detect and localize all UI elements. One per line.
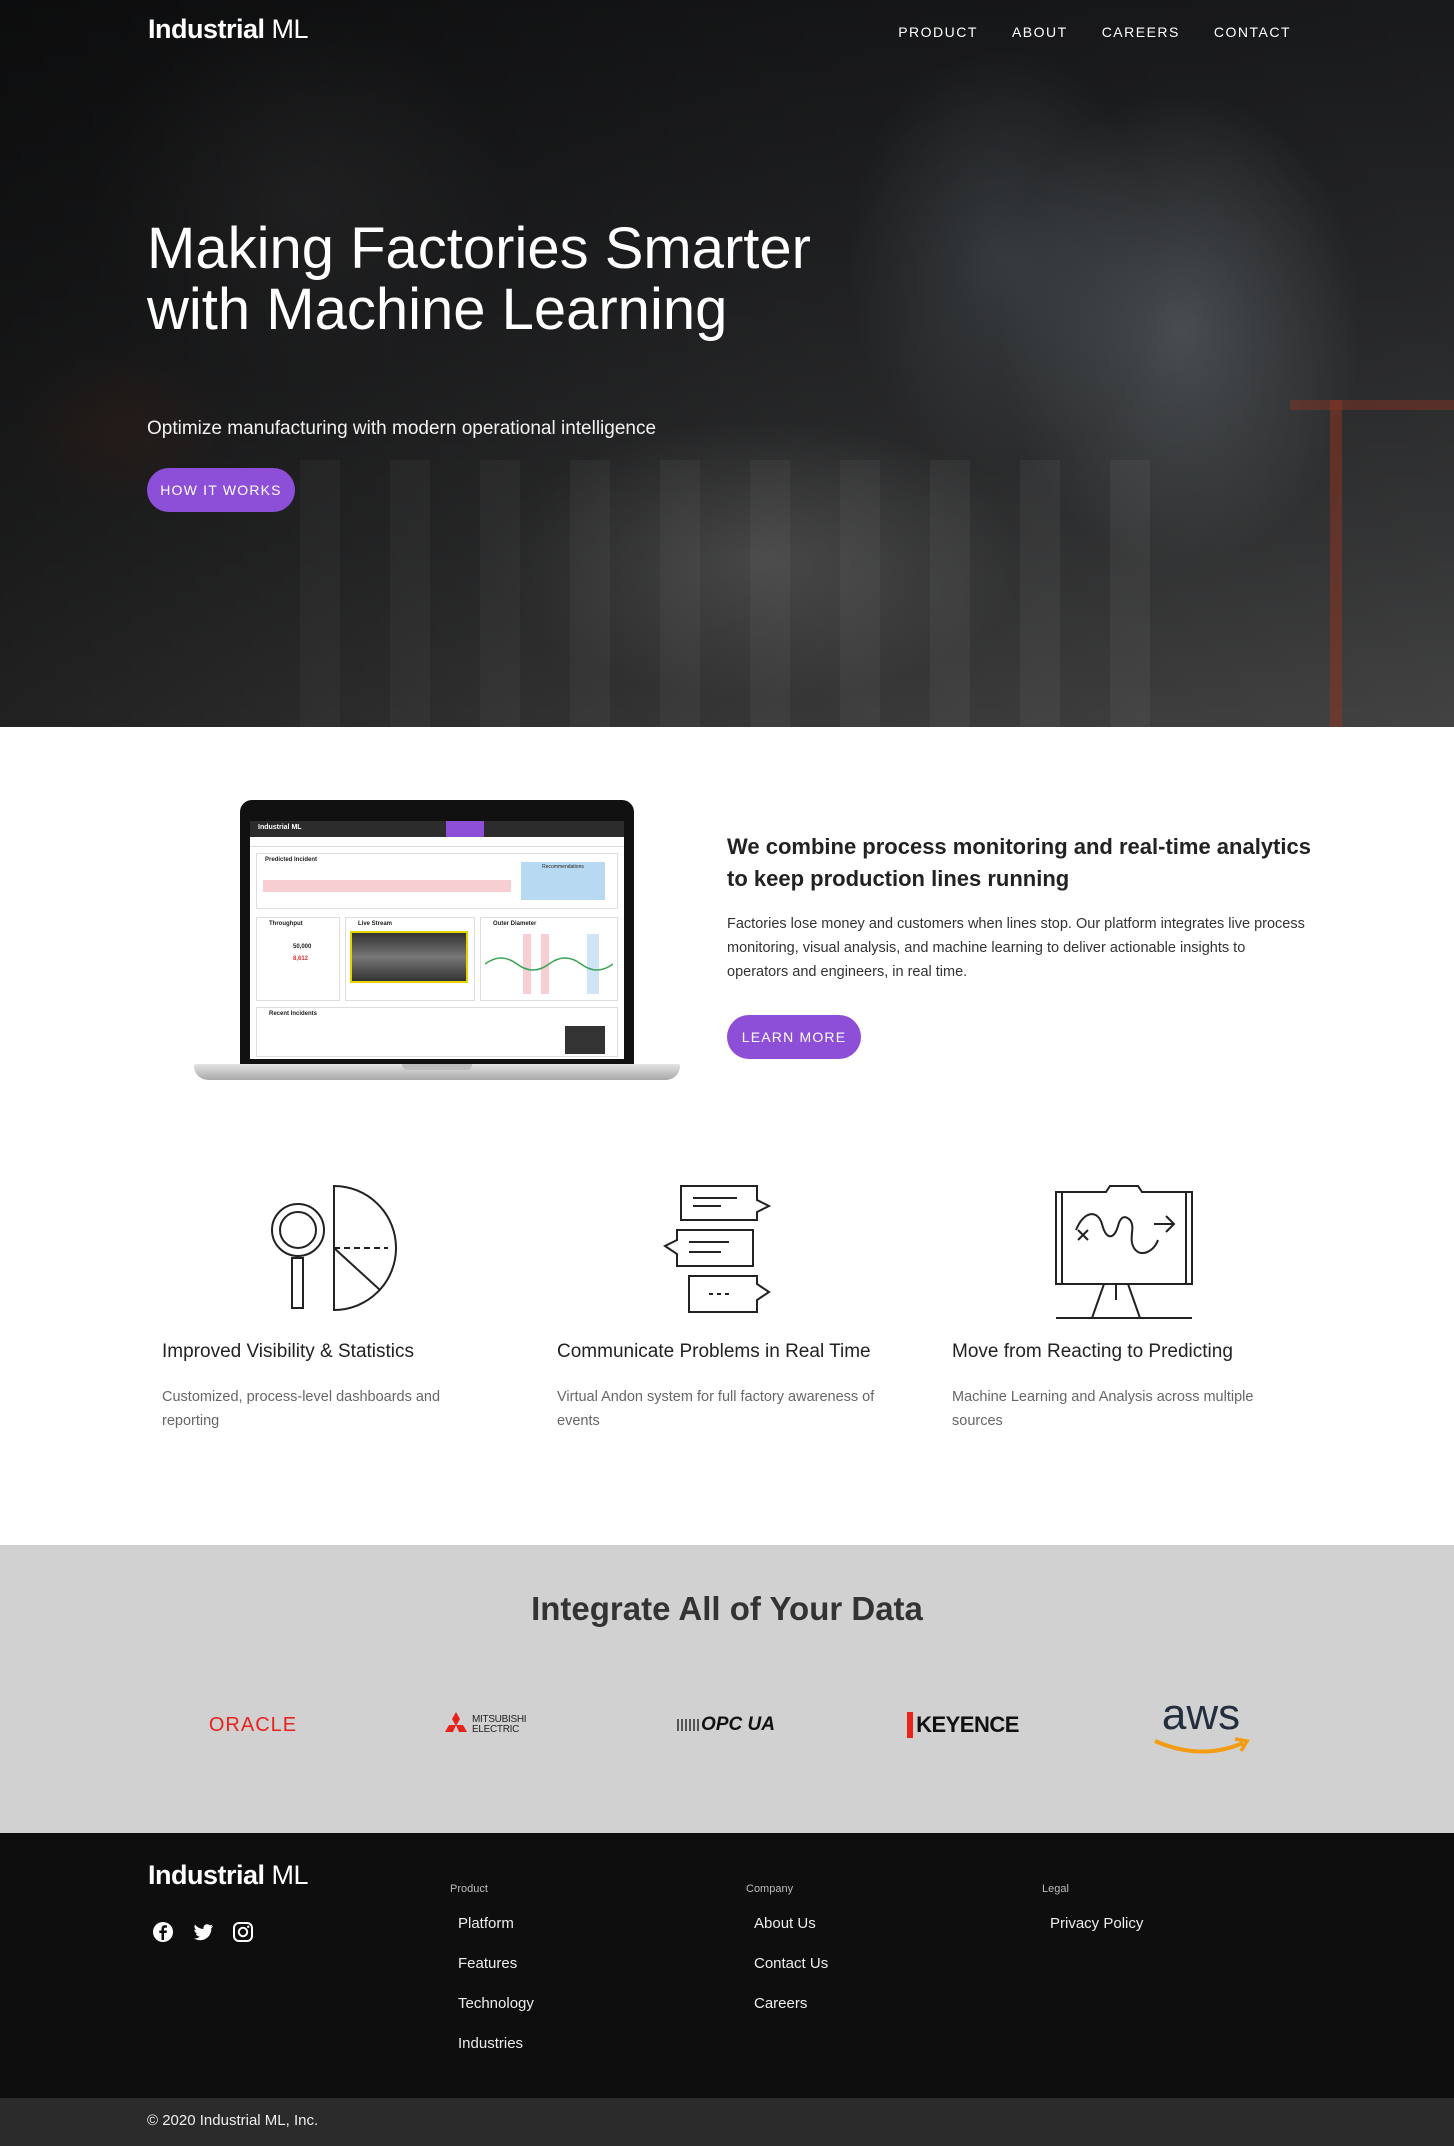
hero-subtitle: Optimize manufacturing with modern opera… — [147, 418, 657, 439]
feature-column-text: Customized, process-level dashboards and… — [162, 1389, 441, 1429]
nav-link-careers[interactable]: CAREERS — [1102, 24, 1180, 40]
learn-more-button[interactable]: LEARN MORE — [727, 1015, 861, 1059]
brand-logo-bold: Industrial — [148, 14, 265, 44]
hero-section: Industrial ML PRODUCT ABOUT CAREERS CONT… — [0, 0, 1454, 727]
chat-bubbles-icon — [663, 1185, 772, 1313]
dashboard-topbar: Industrial ML — [250, 821, 624, 837]
opc-ua-mark-icon — [677, 1719, 700, 1731]
feature-column-title: Move from Reacting to Predicting — [952, 1341, 1233, 1362]
footer-link-features[interactable]: Features — [458, 1955, 534, 1973]
aws-logo-text: aws — [1161, 1690, 1241, 1739]
nav-link-contact[interactable]: CONTACT — [1214, 24, 1291, 40]
hero-title: Making Factories Smarter with Machine Le… — [147, 216, 811, 342]
opc-ua-logo: OPC UA — [626, 1685, 826, 1765]
footer-link-about-us[interactable]: About Us — [754, 1915, 828, 1933]
footer-column-company: Company About Us Contact Us Careers — [746, 1883, 828, 2035]
copyright-text: © 2020 Industrial ML, Inc. — [147, 2112, 319, 2129]
keyence-logo-text: KEYENCE — [907, 1712, 1019, 1738]
footer-brand-logo-bold: Industrial — [148, 1860, 265, 1890]
nav-link-about[interactable]: ABOUT — [1012, 24, 1068, 40]
footer-link-privacy-policy[interactable]: Privacy Policy — [1050, 1915, 1143, 1933]
meters-cut-value: 50,000 — [293, 944, 312, 950]
aws-smile-icon — [1154, 1737, 1250, 1754]
outer-diameter-title: Outer Diameter — [493, 921, 537, 927]
how-it-works-button[interactable]: HOW IT WORKS — [147, 468, 295, 512]
footer-link-contact-us[interactable]: Contact Us — [754, 1955, 828, 1973]
laptop-notch — [402, 1064, 472, 1070]
feature-heading: We combine process monitoring and real-t… — [727, 834, 1311, 891]
nav-links: PRODUCT ABOUT CAREERS CONTACT — [898, 24, 1291, 40]
brand-logo[interactable]: Industrial ML — [148, 14, 309, 45]
integrations-title: Integrate All of Your Data — [531, 1590, 923, 1627]
feature-column-text: Machine Learning and Analysis across mul… — [952, 1389, 1254, 1429]
whiteboard-plan-icon — [1055, 1185, 1193, 1319]
recommendations-box: Recommendations — [521, 862, 605, 900]
nav-link-product[interactable]: PRODUCT — [898, 24, 978, 40]
mitsubishi-logo-text: MITSUBISHI ELECTRIC — [472, 1714, 527, 1735]
feature-column-title: Improved Visibility & Statistics — [162, 1341, 415, 1362]
aws-logo: aws — [1101, 1685, 1301, 1765]
oracle-logo: ORACLE — [153, 1685, 353, 1765]
actual-value: 8,612 — [293, 956, 309, 962]
live-stream-title: Live Stream — [358, 921, 393, 927]
footer-column-heading: Product — [450, 1883, 488, 1895]
footer-link-technology[interactable]: Technology — [458, 1995, 534, 2013]
footer: Industrial ML Product Platform Features … — [0, 1833, 1454, 2098]
top-nav: Industrial ML PRODUCT ABOUT CAREERS CONT… — [0, 0, 1454, 64]
feature-column-title: Communicate Problems in Real Time — [557, 1341, 871, 1362]
partner-logos: ORACLE MITSUBISHI ELECTRIC OPC UA KEYENC… — [0, 1685, 1454, 1765]
copyright-bar: © 2020 Industrial ML, Inc. — [0, 2098, 1454, 2146]
facebook-icon[interactable] — [152, 1921, 174, 1943]
dashboard-screenshot: Industrial ML Predicted Incident Recomme… — [250, 821, 624, 1059]
footer-link-careers[interactable]: Careers — [754, 1995, 828, 2013]
footer-link-platform[interactable]: Platform — [458, 1915, 534, 1933]
footer-column-legal: Legal Privacy Policy — [1042, 1883, 1143, 1955]
recent-incident-thumbnail — [565, 1026, 605, 1054]
footer-column-heading: Company — [746, 1883, 794, 1895]
footer-link-industries[interactable]: Industries — [458, 2035, 534, 2053]
hero-overlay — [0, 0, 1454, 727]
opc-ua-logo-text: OPC UA — [701, 1714, 775, 1735]
oracle-logo-text: ORACLE — [208, 1713, 298, 1736]
feature-text: Factories lose money and customers when … — [727, 916, 1305, 980]
mitsubishi-diamonds-icon — [445, 1712, 467, 1732]
predicted-incident-row — [263, 880, 511, 892]
throughput-title: Throughput — [269, 921, 303, 927]
live-stream-video — [350, 931, 468, 983]
integrations-section: Integrate All of Your Data ORACLE MITSUB… — [0, 1545, 1454, 1833]
outer-diameter-card: Outer Diameter — [480, 917, 618, 1001]
recommendations-title: Recommendations — [542, 864, 584, 870]
mitsubishi-logo: MITSUBISHI ELECTRIC — [390, 1685, 590, 1765]
footer-column-product: Product Platform Features Technology Ind… — [450, 1883, 534, 2075]
footer-column-heading: Legal — [1042, 1883, 1069, 1895]
predicted-incident-card: Predicted Incident Recommendations — [256, 853, 618, 909]
live-stream-card: Live Stream — [345, 917, 475, 1001]
recent-incidents-title: Recent Incidents — [269, 1011, 318, 1017]
twitter-icon[interactable] — [192, 1921, 214, 1943]
dashboard-tabs — [250, 837, 624, 847]
throughput-card: Throughput 50,000 8,612 — [256, 917, 340, 1001]
magnifier-pie-chart-icon — [271, 1184, 397, 1312]
dashboard-app-title: Industrial ML — [258, 824, 302, 831]
social-links — [152, 1921, 254, 1943]
feature-column-text: Virtual Andon system for full factory aw… — [557, 1389, 875, 1429]
instagram-icon[interactable] — [232, 1921, 254, 1943]
outer-diameter-chart — [485, 934, 613, 994]
recent-incidents-card: Recent Incidents — [256, 1007, 618, 1057]
brand-logo-light: ML — [271, 14, 309, 44]
footer-brand-logo-light: ML — [271, 1860, 309, 1890]
laptop-dashboard-image: Industrial ML Predicted Incident Recomme… — [194, 800, 680, 1084]
dashboard-active-tab — [446, 821, 484, 837]
keyence-logo: KEYENCE — [863, 1685, 1063, 1765]
predicted-incident-title: Predicted Incident — [265, 857, 318, 863]
footer-brand-logo[interactable]: Industrial ML — [148, 1860, 309, 1891]
